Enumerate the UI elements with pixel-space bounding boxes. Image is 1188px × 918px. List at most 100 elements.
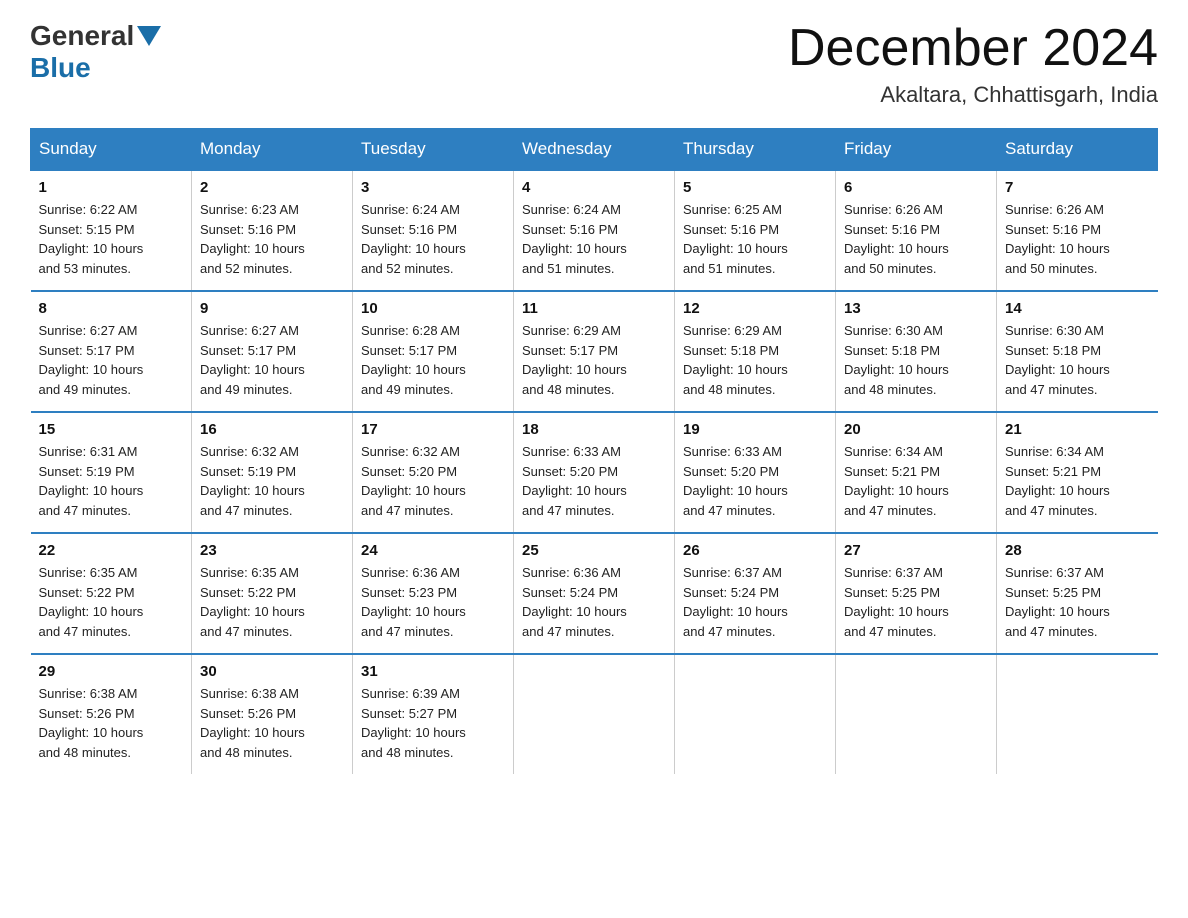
day-info: Sunrise: 6:27 AMSunset: 5:17 PMDaylight:…: [39, 321, 184, 399]
table-row: 3 Sunrise: 6:24 AMSunset: 5:16 PMDayligh…: [353, 170, 514, 291]
table-row: 5 Sunrise: 6:25 AMSunset: 5:16 PMDayligh…: [675, 170, 836, 291]
day-info: Sunrise: 6:32 AMSunset: 5:19 PMDaylight:…: [200, 442, 344, 520]
table-row: 9 Sunrise: 6:27 AMSunset: 5:17 PMDayligh…: [192, 291, 353, 412]
location-title: Akaltara, Chhattisgarh, India: [788, 82, 1158, 108]
day-number: 14: [1005, 300, 1150, 317]
day-number: 5: [683, 179, 827, 196]
day-info: Sunrise: 6:29 AMSunset: 5:18 PMDaylight:…: [683, 321, 827, 399]
day-number: 11: [522, 300, 666, 317]
table-row: 22 Sunrise: 6:35 AMSunset: 5:22 PMDaylig…: [31, 533, 192, 654]
day-info: Sunrise: 6:26 AMSunset: 5:16 PMDaylight:…: [1005, 200, 1150, 278]
table-row: 27 Sunrise: 6:37 AMSunset: 5:25 PMDaylig…: [836, 533, 997, 654]
table-row: 30 Sunrise: 6:38 AMSunset: 5:26 PMDaylig…: [192, 654, 353, 774]
day-info: Sunrise: 6:22 AMSunset: 5:15 PMDaylight:…: [39, 200, 184, 278]
day-number: 22: [39, 542, 184, 559]
table-row: 24 Sunrise: 6:36 AMSunset: 5:23 PMDaylig…: [353, 533, 514, 654]
table-row: 2 Sunrise: 6:23 AMSunset: 5:16 PMDayligh…: [192, 170, 353, 291]
table-row: 4 Sunrise: 6:24 AMSunset: 5:16 PMDayligh…: [514, 170, 675, 291]
col-friday: Friday: [836, 129, 997, 171]
day-number: 27: [844, 542, 988, 559]
day-number: 2: [200, 179, 344, 196]
table-row: 28 Sunrise: 6:37 AMSunset: 5:25 PMDaylig…: [997, 533, 1158, 654]
day-number: 21: [1005, 421, 1150, 438]
table-row: 20 Sunrise: 6:34 AMSunset: 5:21 PMDaylig…: [836, 412, 997, 533]
day-number: 31: [361, 663, 505, 680]
day-info: Sunrise: 6:28 AMSunset: 5:17 PMDaylight:…: [361, 321, 505, 399]
day-number: 10: [361, 300, 505, 317]
table-row: 8 Sunrise: 6:27 AMSunset: 5:17 PMDayligh…: [31, 291, 192, 412]
logo-blue-text: Blue: [30, 52, 91, 83]
day-info: Sunrise: 6:35 AMSunset: 5:22 PMDaylight:…: [200, 563, 344, 641]
table-row: 12 Sunrise: 6:29 AMSunset: 5:18 PMDaylig…: [675, 291, 836, 412]
day-number: 8: [39, 300, 184, 317]
day-info: Sunrise: 6:30 AMSunset: 5:18 PMDaylight:…: [1005, 321, 1150, 399]
table-row: 31 Sunrise: 6:39 AMSunset: 5:27 PMDaylig…: [353, 654, 514, 774]
calendar-week-row: 29 Sunrise: 6:38 AMSunset: 5:26 PMDaylig…: [31, 654, 1158, 774]
col-monday: Monday: [192, 129, 353, 171]
table-row: 10 Sunrise: 6:28 AMSunset: 5:17 PMDaylig…: [353, 291, 514, 412]
table-row: 14 Sunrise: 6:30 AMSunset: 5:18 PMDaylig…: [997, 291, 1158, 412]
day-number: 28: [1005, 542, 1150, 559]
day-info: Sunrise: 6:31 AMSunset: 5:19 PMDaylight:…: [39, 442, 184, 520]
table-row: [675, 654, 836, 774]
day-info: Sunrise: 6:37 AMSunset: 5:25 PMDaylight:…: [844, 563, 988, 641]
day-number: 15: [39, 421, 184, 438]
day-number: 29: [39, 663, 184, 680]
day-number: 23: [200, 542, 344, 559]
page-header: General Blue December 2024 Akaltara, Chh…: [30, 20, 1158, 108]
table-row: 26 Sunrise: 6:37 AMSunset: 5:24 PMDaylig…: [675, 533, 836, 654]
day-number: 19: [683, 421, 827, 438]
day-number: 25: [522, 542, 666, 559]
day-info: Sunrise: 6:38 AMSunset: 5:26 PMDaylight:…: [39, 684, 184, 762]
day-info: Sunrise: 6:33 AMSunset: 5:20 PMDaylight:…: [683, 442, 827, 520]
day-number: 6: [844, 179, 988, 196]
logo-general-text: General: [30, 20, 134, 52]
day-info: Sunrise: 6:36 AMSunset: 5:23 PMDaylight:…: [361, 563, 505, 641]
day-number: 12: [683, 300, 827, 317]
col-thursday: Thursday: [675, 129, 836, 171]
col-sunday: Sunday: [31, 129, 192, 171]
col-wednesday: Wednesday: [514, 129, 675, 171]
table-row: 29 Sunrise: 6:38 AMSunset: 5:26 PMDaylig…: [31, 654, 192, 774]
col-saturday: Saturday: [997, 129, 1158, 171]
table-row: 1 Sunrise: 6:22 AMSunset: 5:15 PMDayligh…: [31, 170, 192, 291]
day-info: Sunrise: 6:24 AMSunset: 5:16 PMDaylight:…: [361, 200, 505, 278]
day-number: 13: [844, 300, 988, 317]
day-number: 30: [200, 663, 344, 680]
table-row: 7 Sunrise: 6:26 AMSunset: 5:16 PMDayligh…: [997, 170, 1158, 291]
table-row: 19 Sunrise: 6:33 AMSunset: 5:20 PMDaylig…: [675, 412, 836, 533]
col-tuesday: Tuesday: [353, 129, 514, 171]
day-number: 9: [200, 300, 344, 317]
table-row: 6 Sunrise: 6:26 AMSunset: 5:16 PMDayligh…: [836, 170, 997, 291]
logo-triangle-icon: [137, 26, 161, 46]
day-number: 26: [683, 542, 827, 559]
day-number: 16: [200, 421, 344, 438]
day-info: Sunrise: 6:34 AMSunset: 5:21 PMDaylight:…: [1005, 442, 1150, 520]
day-info: Sunrise: 6:34 AMSunset: 5:21 PMDaylight:…: [844, 442, 988, 520]
title-block: December 2024 Akaltara, Chhattisgarh, In…: [788, 20, 1158, 108]
table-row: 23 Sunrise: 6:35 AMSunset: 5:22 PMDaylig…: [192, 533, 353, 654]
day-info: Sunrise: 6:23 AMSunset: 5:16 PMDaylight:…: [200, 200, 344, 278]
calendar-header-row: Sunday Monday Tuesday Wednesday Thursday…: [31, 129, 1158, 171]
day-info: Sunrise: 6:36 AMSunset: 5:24 PMDaylight:…: [522, 563, 666, 641]
day-number: 18: [522, 421, 666, 438]
table-row: 15 Sunrise: 6:31 AMSunset: 5:19 PMDaylig…: [31, 412, 192, 533]
day-number: 20: [844, 421, 988, 438]
day-info: Sunrise: 6:33 AMSunset: 5:20 PMDaylight:…: [522, 442, 666, 520]
calendar-week-row: 8 Sunrise: 6:27 AMSunset: 5:17 PMDayligh…: [31, 291, 1158, 412]
table-row: [514, 654, 675, 774]
table-row: 16 Sunrise: 6:32 AMSunset: 5:19 PMDaylig…: [192, 412, 353, 533]
calendar-week-row: 15 Sunrise: 6:31 AMSunset: 5:19 PMDaylig…: [31, 412, 1158, 533]
day-info: Sunrise: 6:39 AMSunset: 5:27 PMDaylight:…: [361, 684, 505, 762]
day-info: Sunrise: 6:27 AMSunset: 5:17 PMDaylight:…: [200, 321, 344, 399]
logo: General Blue: [30, 20, 164, 84]
day-info: Sunrise: 6:24 AMSunset: 5:16 PMDaylight:…: [522, 200, 666, 278]
day-info: Sunrise: 6:29 AMSunset: 5:17 PMDaylight:…: [522, 321, 666, 399]
day-info: Sunrise: 6:37 AMSunset: 5:25 PMDaylight:…: [1005, 563, 1150, 641]
day-info: Sunrise: 6:32 AMSunset: 5:20 PMDaylight:…: [361, 442, 505, 520]
table-row: 17 Sunrise: 6:32 AMSunset: 5:20 PMDaylig…: [353, 412, 514, 533]
day-info: Sunrise: 6:37 AMSunset: 5:24 PMDaylight:…: [683, 563, 827, 641]
day-number: 17: [361, 421, 505, 438]
table-row: 25 Sunrise: 6:36 AMSunset: 5:24 PMDaylig…: [514, 533, 675, 654]
day-info: Sunrise: 6:38 AMSunset: 5:26 PMDaylight:…: [200, 684, 344, 762]
